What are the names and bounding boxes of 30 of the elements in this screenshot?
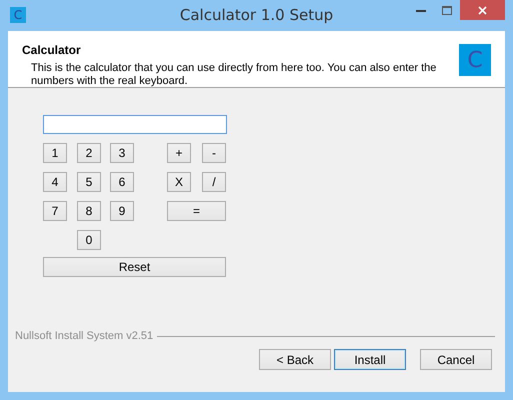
digit-key[interactable]: 2 [77,143,101,163]
reset-button[interactable]: Reset [43,257,226,277]
digit-key[interactable]: 0 [77,230,101,250]
page-title: Calculator [22,43,81,57]
digit-key[interactable]: 8 [77,201,101,221]
digit-key[interactable]: 4 [43,172,67,192]
digit-key[interactable]: 5 [77,172,101,192]
branding-text: Nullsoft Install System v2.51 [15,330,154,342]
nav-button[interactable]: Cancel [420,349,492,370]
digit-key[interactable]: 3 [110,143,134,163]
operator-key[interactable]: = [167,201,226,221]
digit-key[interactable]: 7 [43,201,67,221]
window-title: Calculator 1.0 Setup [180,6,334,24]
page-description: This is the calculator that you can use directly from here too. You can also enter the numbers with the real keyboard. [31,62,438,88]
app-icon: C [10,6,26,22]
calculator-display[interactable] [43,115,227,134]
digit-key[interactable]: 6 [110,172,134,192]
digit-key[interactable]: 9 [110,201,134,221]
nav-button[interactable]: Install [334,349,406,370]
close-icon [478,6,487,14]
operator-key[interactable]: + [167,143,191,163]
operator-key[interactable]: / [202,172,226,192]
digit-key[interactable]: 1 [43,143,67,163]
app-logo: C [459,44,491,76]
close-button[interactable] [460,0,505,20]
nav-button[interactable]: < Back [259,349,331,370]
minimize-icon [416,8,426,12]
operator-key[interactable]: - [202,143,226,163]
operator-key[interactable]: X [167,172,191,192]
maximize-icon [442,6,452,14]
